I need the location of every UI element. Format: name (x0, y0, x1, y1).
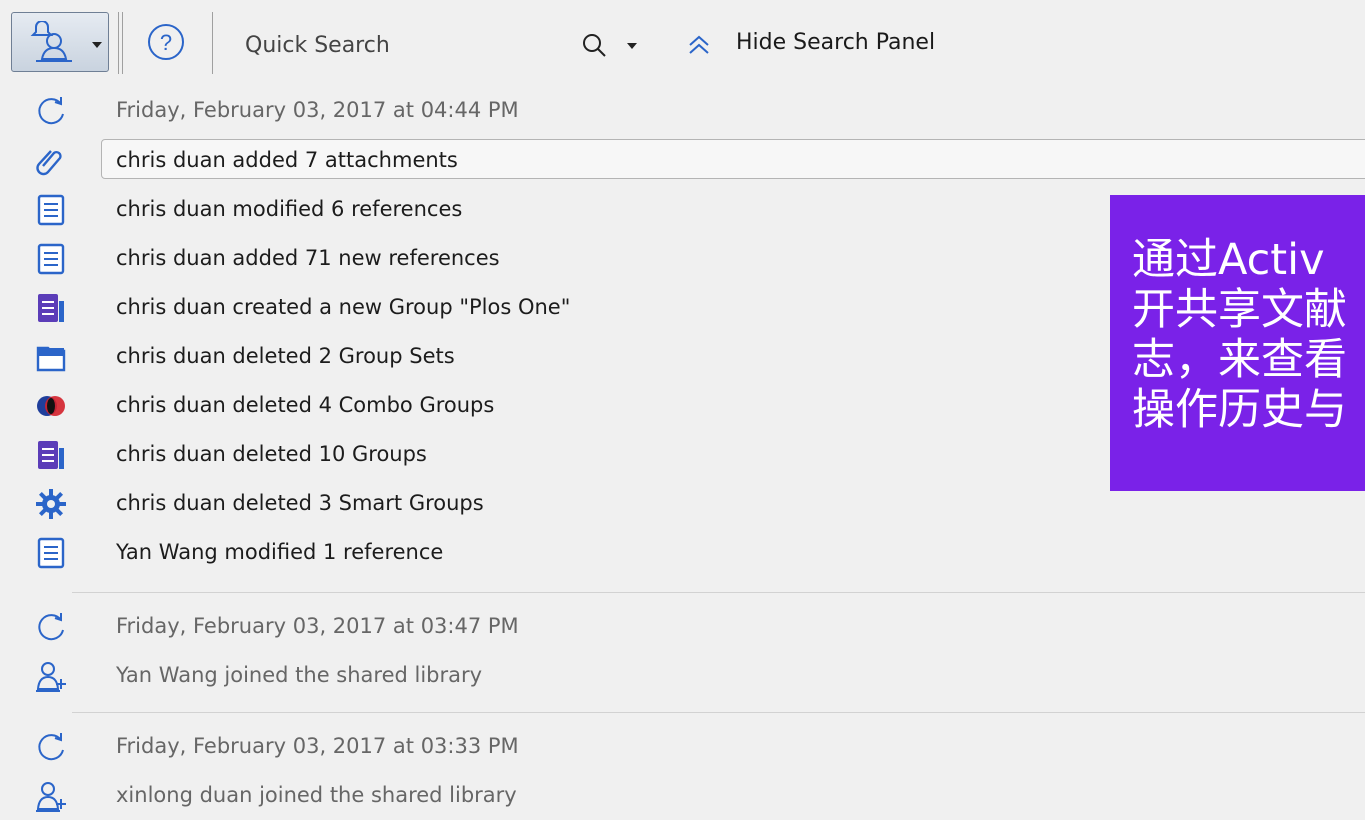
add-user-icon (34, 659, 68, 693)
help-circle-icon: ? (148, 24, 184, 60)
annotation-line: 操作历史与 (1132, 385, 1347, 435)
sync-icon (34, 94, 68, 128)
search-icon[interactable] (581, 32, 607, 62)
group-icon (34, 291, 68, 325)
event-text: chris duan deleted 4 Combo Groups (116, 393, 495, 417)
date-label: Friday, February 03, 2017 at 04:44 PM (116, 98, 519, 122)
user-bell-icon (22, 20, 80, 69)
search-input[interactable]: Quick Search (245, 33, 390, 58)
quick-search-field[interactable]: Quick Search (233, 22, 655, 66)
help-button[interactable]: ? (146, 22, 186, 62)
group-icon (34, 438, 68, 472)
annotation-line: 志，来查看 (1132, 335, 1347, 385)
reference-icon (34, 536, 68, 570)
event-text: chris duan created a new Group "Plos One… (116, 295, 571, 319)
date-label: Friday, February 03, 2017 at 03:33 PM (116, 734, 519, 758)
toolbar: ? Quick Search Hide Search Panel (0, 0, 1365, 86)
double-chevron-up-icon (689, 35, 709, 54)
event-text: chris duan deleted 3 Smart Groups (116, 491, 484, 515)
reference-icon (34, 242, 68, 276)
event-text: chris duan deleted 10 Groups (116, 442, 427, 466)
sync-icon (34, 730, 68, 764)
svg-text:?: ? (160, 30, 172, 55)
list-item[interactable]: Yan Wang modified 1 reference (0, 528, 1365, 577)
event-text: chris duan added 71 new references (116, 246, 500, 270)
event-text: Yan Wang modified 1 reference (116, 540, 444, 564)
sync-icon (34, 610, 68, 644)
group-divider (72, 592, 1365, 593)
search-options-dropdown[interactable] (627, 43, 637, 49)
folder-icon (34, 340, 68, 374)
date-header: Friday, February 03, 2017 at 04:44 PM (0, 86, 1365, 135)
date-header: Friday, February 03, 2017 at 03:47 PM (0, 602, 1365, 651)
combo-group-icon (34, 389, 68, 423)
toolbar-divider (212, 12, 213, 74)
list-item[interactable]: Yan Wang joined the shared library (0, 651, 1365, 700)
event-text: chris duan added 7 attachments (116, 148, 458, 172)
date-label: Friday, February 03, 2017 at 03:47 PM (116, 614, 519, 638)
event-text: chris duan deleted 2 Group Sets (116, 344, 455, 368)
toolbar-divider (118, 12, 119, 74)
list-item[interactable]: chris duan added 7 attachments (0, 136, 1365, 185)
event-text: xinlong duan joined the shared library (116, 783, 517, 807)
event-text: Yan Wang joined the shared library (116, 663, 483, 687)
date-header: Friday, February 03, 2017 at 03:33 PM (0, 722, 1365, 771)
group-divider (72, 712, 1365, 713)
user-menu-button[interactable] (11, 12, 109, 72)
annotation-line: 通过Activ (1132, 235, 1325, 285)
reference-icon (34, 193, 68, 227)
attachment-icon (34, 144, 68, 178)
annotation-callout: 通过Activ 开共享文献 志，来查看 操作历史与 (1110, 195, 1365, 491)
event-text: chris duan modified 6 references (116, 197, 463, 221)
hide-search-panel-label: Hide Search Panel (736, 30, 936, 55)
add-user-icon (34, 779, 68, 813)
list-item[interactable]: xinlong duan joined the shared library (0, 771, 1365, 820)
smart-group-gear-icon (34, 487, 68, 521)
annotation-line: 开共享文献 (1132, 285, 1347, 335)
toolbar-divider (122, 12, 123, 74)
chevron-down-icon (92, 42, 102, 48)
